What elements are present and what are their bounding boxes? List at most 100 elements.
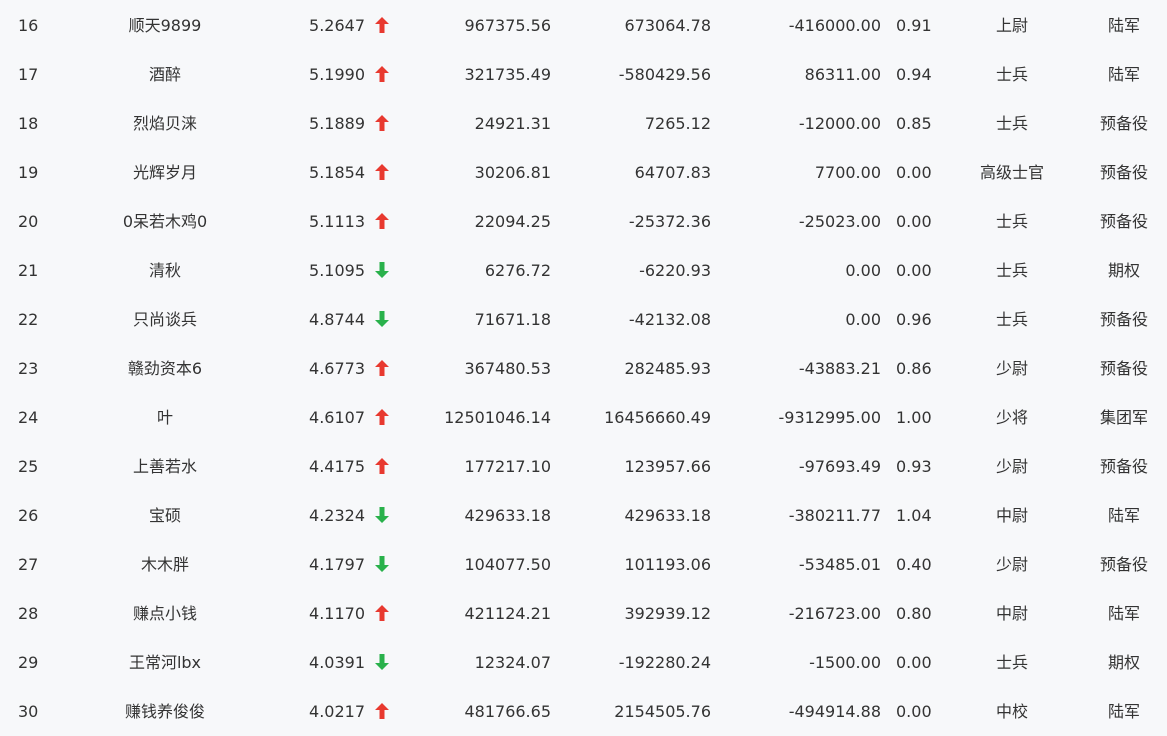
rank-title-cell: 中尉: [995, 604, 1028, 623]
ranking-table: 16 顺天9899 5.2647 967375.56 673064.78 -416000.…: [0, 0, 1167, 736]
rank-title-cell: 少尉: [995, 457, 1028, 476]
table-row: 26 宝硕 4.2324 429633.18 429633.18 -380211.77 1.…: [0, 491, 1167, 540]
trader-name-cell: 光辉岁月: [132, 163, 197, 182]
arrow-up-icon: [375, 16, 389, 33]
rank-title-cell: 士兵: [995, 65, 1028, 84]
table-row: 24 叶 4.6107 12501046.14 16456660.49 -9312995.…: [0, 393, 1167, 442]
score-cell: 5.1990: [309, 65, 365, 84]
group-cell: 期权: [1107, 261, 1140, 280]
score-cell: 4.8744: [309, 310, 365, 329]
score-cell: 4.6107: [309, 408, 365, 427]
rank-title-cell: 少将: [995, 408, 1028, 427]
ratio-cell: 1.00: [896, 408, 932, 427]
group-cell: 集团军: [1099, 408, 1148, 427]
arrow-up-icon: [375, 359, 389, 376]
rank-cell: 18: [18, 114, 39, 133]
value-3-cell: -25023.00: [798, 212, 881, 231]
table-row: 20 0呆若木鸡0 5.1113 22094.25 -25372.36 -25023.00…: [0, 197, 1167, 246]
value-2-cell: 16456660.49: [604, 408, 711, 427]
value-1-cell: 22094.25: [474, 212, 551, 231]
trader-name-cell: 烈焰贝涞: [132, 114, 197, 133]
trend-cell: [372, 99, 392, 148]
value-2-cell: 123957.66: [624, 457, 711, 476]
trend-cell: [372, 295, 392, 344]
table-row: 25 上善若水 4.4175 177217.10 123957.66 -97693.49 0…: [0, 442, 1167, 491]
value-3-cell: -416000.00: [788, 16, 881, 35]
ratio-cell: 0.86: [896, 359, 932, 378]
score-cell: 5.1095: [309, 261, 365, 280]
table-row: 29 王常河lbx 4.0391 12324.07 -192280.24 -1500.00…: [0, 638, 1167, 687]
rank-cell: 28: [18, 604, 39, 623]
rank-cell: 21: [18, 261, 39, 280]
table-row: 17 酒醉 5.1990 321735.49 -580429.56 86311.00 0.9…: [0, 50, 1167, 99]
trend-cell: [372, 197, 392, 246]
value-2-cell: 282485.93: [624, 359, 711, 378]
score-cell: 4.0391: [309, 653, 365, 672]
trend-cell: [372, 246, 392, 295]
value-3-cell: -494914.88: [788, 702, 881, 721]
table-row: 30 赚钱养俊俊 4.0217 481766.65 2154505.76 -494914.…: [0, 687, 1167, 736]
arrow-down-icon: [375, 506, 389, 523]
value-3-cell: 7700.00: [814, 163, 881, 182]
rank-cell: 16: [18, 16, 39, 35]
ratio-cell: 0.91: [896, 16, 932, 35]
score-cell: 5.2647: [309, 16, 365, 35]
trend-cell: [372, 491, 392, 540]
group-cell: 预备役: [1099, 310, 1148, 329]
rank-title-cell: 士兵: [995, 310, 1028, 329]
score-cell: 4.6773: [309, 359, 365, 378]
score-cell: 5.1113: [309, 212, 365, 231]
trader-name-cell: 只尚谈兵: [132, 310, 197, 329]
table-row: 22 只尚谈兵 4.8744 71671.18 -42132.08 0.00 0.96 士兵 预…: [0, 295, 1167, 344]
group-cell: 陆军: [1107, 16, 1140, 35]
group-cell: 预备役: [1099, 457, 1148, 476]
value-3-cell: -97693.49: [798, 457, 881, 476]
rank-title-cell: 士兵: [995, 114, 1028, 133]
value-3-cell: -1500.00: [809, 653, 881, 672]
value-2-cell: 2154505.76: [614, 702, 711, 721]
arrow-up-icon: [375, 457, 389, 474]
ratio-cell: 0.00: [896, 653, 932, 672]
ratio-cell: 0.00: [896, 261, 932, 280]
arrow-up-icon: [375, 163, 389, 180]
value-2-cell: -192280.24: [618, 653, 711, 672]
value-3-cell: -9312995.00: [778, 408, 881, 427]
value-2-cell: 429633.18: [624, 506, 711, 525]
rank-cell: 20: [18, 212, 39, 231]
arrow-up-icon: [375, 212, 389, 229]
trader-name-cell: 上善若水: [132, 457, 197, 476]
trader-name-cell: 0呆若木鸡0: [122, 212, 208, 231]
trader-name-cell: 顺天9899: [128, 16, 202, 35]
group-cell: 陆军: [1107, 506, 1140, 525]
group-cell: 预备役: [1099, 114, 1148, 133]
score-cell: 4.4175: [309, 457, 365, 476]
group-cell: 陆军: [1107, 604, 1140, 623]
ratio-cell: 0.00: [896, 212, 932, 231]
group-cell: 预备役: [1099, 555, 1148, 574]
score-cell: 4.1170: [309, 604, 365, 623]
rank-cell: 26: [18, 506, 39, 525]
value-1-cell: 177217.10: [464, 457, 551, 476]
value-3-cell: 86311.00: [804, 65, 881, 84]
table-row: 27 木木胖 4.1797 104077.50 101193.06 -53485.01 0.…: [0, 540, 1167, 589]
ratio-cell: 0.40: [896, 555, 932, 574]
table-row: 18 烈焰贝涞 5.1889 24921.31 7265.12 -12000.00 0.85…: [0, 99, 1167, 148]
value-1-cell: 12324.07: [474, 653, 551, 672]
arrow-up-icon: [375, 604, 389, 621]
trend-cell: [372, 589, 392, 638]
rank-cell: 19: [18, 163, 39, 182]
value-2-cell: 673064.78: [624, 16, 711, 35]
value-1-cell: 71671.18: [474, 310, 551, 329]
ratio-cell: 0.00: [896, 163, 932, 182]
arrow-up-icon: [375, 702, 389, 719]
score-cell: 5.1854: [309, 163, 365, 182]
value-2-cell: -580429.56: [618, 65, 711, 84]
value-3-cell: 0.00: [845, 310, 881, 329]
value-2-cell: -6220.93: [639, 261, 711, 280]
rank-title-cell: 少尉: [995, 359, 1028, 378]
value-2-cell: 392939.12: [624, 604, 711, 623]
trader-name-cell: 赚点小钱: [132, 604, 197, 623]
score-cell: 5.1889: [309, 114, 365, 133]
value-2-cell: -25372.36: [628, 212, 711, 231]
rank-cell: 22: [18, 310, 39, 329]
